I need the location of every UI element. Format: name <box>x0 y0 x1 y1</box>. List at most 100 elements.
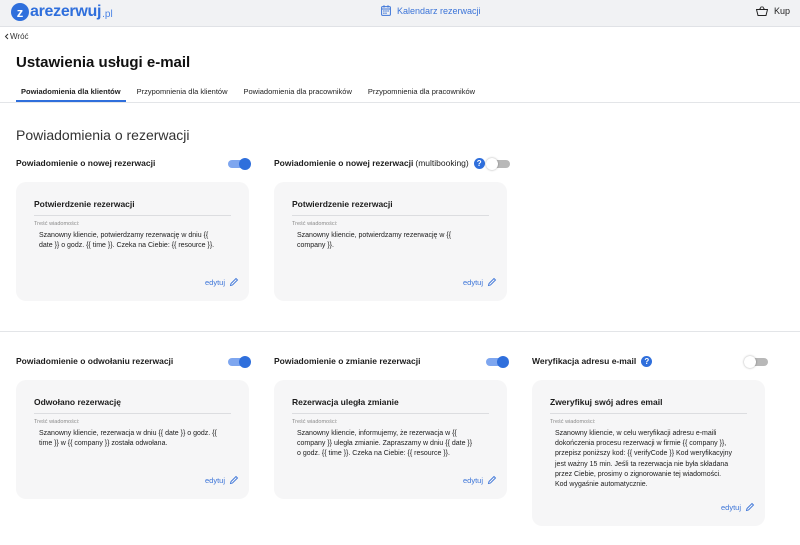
notification-heading: Powiadomienie o nowej rezerwacji <box>16 156 155 170</box>
edit-label: edytuj <box>462 277 483 287</box>
edit-label: edytuj <box>204 475 225 485</box>
body-line: przepisz poniższy kod: {{ verifyCode }} … <box>555 450 733 458</box>
notification-heading: Powiadomienie o zmianie rezerwacji <box>274 354 420 368</box>
message-card: Rezerwacja uległa zmianie Treść wiadomoś… <box>274 380 507 499</box>
body-line: time }} w {{ company }} została odwołana… <box>39 440 168 448</box>
logo-tld: .pl <box>102 8 113 20</box>
message-body: Szanowny kliencie, potwierdzamy rezerwac… <box>297 231 451 251</box>
card-title: Potwierdzenie rezerwacji <box>292 199 393 209</box>
email-verification-toggle[interactable] <box>744 356 768 368</box>
tab-client-reminders[interactable]: Przypomnienia dla klientów <box>132 86 233 102</box>
calendar-link[interactable]: Kalendarz rezerwacji <box>381 5 481 16</box>
tab-staff-notifications[interactable]: Powiadomienia dla pracowników <box>239 86 357 102</box>
content-label: Treść wiadomości: <box>292 419 338 425</box>
notification-heading-text: Powiadomienie o odwołaniu rezerwacji <box>16 356 174 366</box>
edit-label: edytuj <box>204 277 225 287</box>
body-line: company }}. <box>297 242 334 250</box>
calendar-icon <box>381 5 391 16</box>
notification-heading-text: Powiadomienie o zmianie rezerwacji <box>274 356 421 366</box>
section-title: Powiadomienia o rezerwacji <box>16 127 190 143</box>
edit-label: edytuj <box>462 475 483 485</box>
edit-button[interactable]: edytuj <box>463 277 497 287</box>
content-label: Treść wiadomości: <box>550 419 596 425</box>
top-bar: z arezerwuj .pl Kalendarz rezerwacji Kup <box>0 0 800 27</box>
card-divider <box>292 215 489 216</box>
message-card: Zweryfikuj swój adres email Treść wiadom… <box>532 380 765 526</box>
content-label: Treść wiadomości: <box>34 221 80 227</box>
buy-label: Kup <box>773 6 790 16</box>
edit-button[interactable]: edytuj <box>205 475 239 485</box>
section-divider <box>0 331 800 332</box>
body-line: company }} uległa zmianie. Zapraszamy w … <box>297 440 473 448</box>
message-card: Odwołano rezerwację Treść wiadomości: Sz… <box>16 380 249 499</box>
content-label: Treść wiadomości: <box>34 419 80 425</box>
pencil-icon <box>487 475 497 485</box>
toggle-knob <box>239 356 251 368</box>
help-icon[interactable]: ? <box>473 157 485 169</box>
card-divider <box>550 413 747 414</box>
tab-bar: Powiadomienia dla klientów Przypomnienia… <box>16 86 486 102</box>
edit-button[interactable]: edytuj <box>205 277 239 287</box>
basket-icon <box>755 6 768 16</box>
pencil-icon <box>229 475 239 485</box>
body-line: Szanowny kliencie, potwierdzamy rezerwac… <box>297 232 452 239</box>
logo-name: arezerwuj <box>30 3 102 20</box>
edit-button[interactable]: edytuj <box>463 475 497 485</box>
notification-heading: Powiadomienie o nowej rezerwacji (multib… <box>274 156 485 170</box>
toggle-knob <box>239 158 251 170</box>
card-title: Rezerwacja uległa zmianie <box>292 397 399 407</box>
edit-button[interactable]: edytuj <box>721 502 755 512</box>
toggle-knob <box>744 356 756 368</box>
pencil-icon <box>745 502 755 512</box>
card-divider <box>292 413 489 414</box>
help-icon[interactable]: ? <box>641 355 653 367</box>
body-line: Kod wygaśnie automatycznie. <box>555 481 648 489</box>
change-toggle[interactable] <box>486 356 509 368</box>
body-line: date }} o godz. {{ time }}. Czeka na Cie… <box>39 242 215 250</box>
toggle-knob <box>497 356 509 368</box>
body-line: przez Ciebie, prosimy o zignorowanie tej… <box>555 470 722 478</box>
new-booking-toggle[interactable] <box>228 158 251 170</box>
body-line: Szanowny kliencie, potwierdzamy rezerwac… <box>39 232 209 239</box>
toggle-knob <box>486 158 498 170</box>
calendar-link-label: Kalendarz rezerwacji <box>397 5 481 16</box>
notification-heading-text: Weryfikacja adresu e-mail <box>532 356 637 366</box>
page-title: Ustawienia usługi e-mail <box>16 54 191 71</box>
notification-heading-text: Powiadomienie o nowej rezerwacji <box>16 158 156 168</box>
card-title: Potwierdzenie rezerwacji <box>34 199 135 209</box>
cancellation-toggle[interactable] <box>228 356 251 368</box>
body-line: Szanowny kliencie, rezerwacja w dniu {{ … <box>39 430 217 437</box>
body-line: dokończenia procesu rezerwacji w firmie … <box>555 440 727 448</box>
tab-staff-reminders[interactable]: Przypomnienia dla pracowników <box>363 86 480 102</box>
message-body: Szanowny kliencie, rezerwacja w dniu {{ … <box>39 429 217 449</box>
content-label: Treść wiadomości: <box>292 221 338 227</box>
back-label: Wróć <box>10 32 29 41</box>
notification-heading: Powiadomienie o odwołaniu rezerwacji <box>16 354 173 368</box>
message-body: Szanowny kliencie, informujemy, że rezer… <box>297 429 472 460</box>
body-line: jest ważny 15 min. Jeśli ta rezerwacja n… <box>555 460 729 468</box>
multibooking-toggle[interactable] <box>486 158 510 170</box>
notification-heading-text: Powiadomienie o nowej rezerwacji <box>274 158 414 168</box>
body-line: o godz. {{ time }}. Czeka na Ciebie: {{ … <box>297 450 450 458</box>
pencil-icon <box>229 277 239 287</box>
buy-button[interactable]: Kup <box>755 6 790 16</box>
logo[interactable]: z arezerwuj .pl <box>11 3 113 21</box>
logo-mark: z <box>11 3 29 21</box>
tabs-divider <box>0 102 800 103</box>
message-card: Potwierdzenie rezerwacji Treść wiadomośc… <box>16 182 249 301</box>
message-body: Szanowny kliencie, potwierdzamy rezerwac… <box>39 231 214 251</box>
card-title: Odwołano rezerwację <box>34 397 121 407</box>
message-card: Potwierdzenie rezerwacji Treść wiadomośc… <box>274 182 507 301</box>
body-line: Szanowny kliencie, informujemy, że rezer… <box>297 430 457 437</box>
pencil-icon <box>487 277 497 287</box>
message-body: Szanowny kliencie, w celu weryfikacji ad… <box>555 429 732 490</box>
notification-heading-suffix: (multibooking) <box>415 158 469 168</box>
card-title: Zweryfikuj swój adres email <box>550 397 663 407</box>
card-divider <box>34 413 231 414</box>
body-line: Szanowny kliencie, w celu weryfikacji ad… <box>555 430 717 437</box>
back-link[interactable]: Wróć <box>4 32 29 41</box>
card-divider <box>34 215 231 216</box>
edit-label: edytuj <box>720 502 741 512</box>
notification-heading: Weryfikacja adresu e-mail ? <box>532 354 653 368</box>
tab-client-notifications[interactable]: Powiadomienia dla klientów <box>16 86 126 102</box>
